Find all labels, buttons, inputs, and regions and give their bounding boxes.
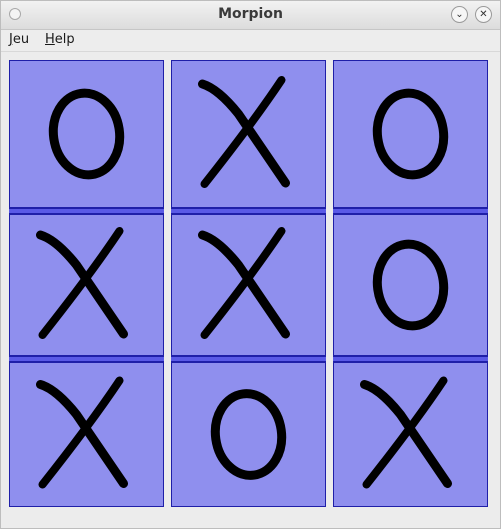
cell-0-2[interactable] [333, 60, 488, 208]
o-mark-icon [372, 88, 449, 180]
x-mark-icon [198, 227, 290, 339]
menu-help-mnemonic: H [45, 32, 55, 47]
title-bar[interactable]: Morpion ⌄ ✕ [1, 1, 500, 30]
cell-0-0[interactable] [9, 60, 164, 208]
o-stroke [48, 88, 125, 180]
close-button[interactable]: ✕ [475, 6, 492, 23]
o-mark-icon [48, 88, 125, 180]
o-mark-icon [210, 389, 287, 480]
app-window: Morpion ⌄ ✕ Jeu Help [0, 0, 501, 529]
close-icon: ✕ [479, 9, 488, 20]
window-title: Morpion [218, 6, 283, 22]
o-stroke [210, 389, 287, 480]
menu-help[interactable]: Help [45, 32, 75, 47]
o-stroke [372, 239, 449, 331]
cell-1-2[interactable] [333, 214, 488, 356]
cell-2-1[interactable] [171, 362, 326, 507]
cell-2-2[interactable] [333, 362, 488, 507]
status-bar [1, 509, 500, 528]
menu-help-label: elp [54, 32, 75, 47]
game-board [1, 52, 500, 509]
cell-2-0[interactable] [9, 362, 164, 507]
menu-jeu-label: eu [12, 32, 30, 47]
o-mark-icon [372, 239, 449, 331]
menu-jeu[interactable]: Jeu [9, 32, 29, 47]
cell-0-1[interactable] [171, 60, 326, 208]
menu-bar: Jeu Help [1, 30, 500, 52]
x-mark-icon [360, 376, 452, 489]
chevron-down-icon: ⌄ [455, 9, 464, 20]
o-stroke [372, 88, 449, 180]
x-mark-icon [36, 227, 128, 339]
x-mark-icon [36, 376, 128, 489]
cell-1-1[interactable] [171, 214, 326, 356]
minimize-button[interactable]: ⌄ [451, 6, 468, 23]
x-mark-icon [198, 76, 290, 188]
cell-1-0[interactable] [9, 214, 164, 356]
